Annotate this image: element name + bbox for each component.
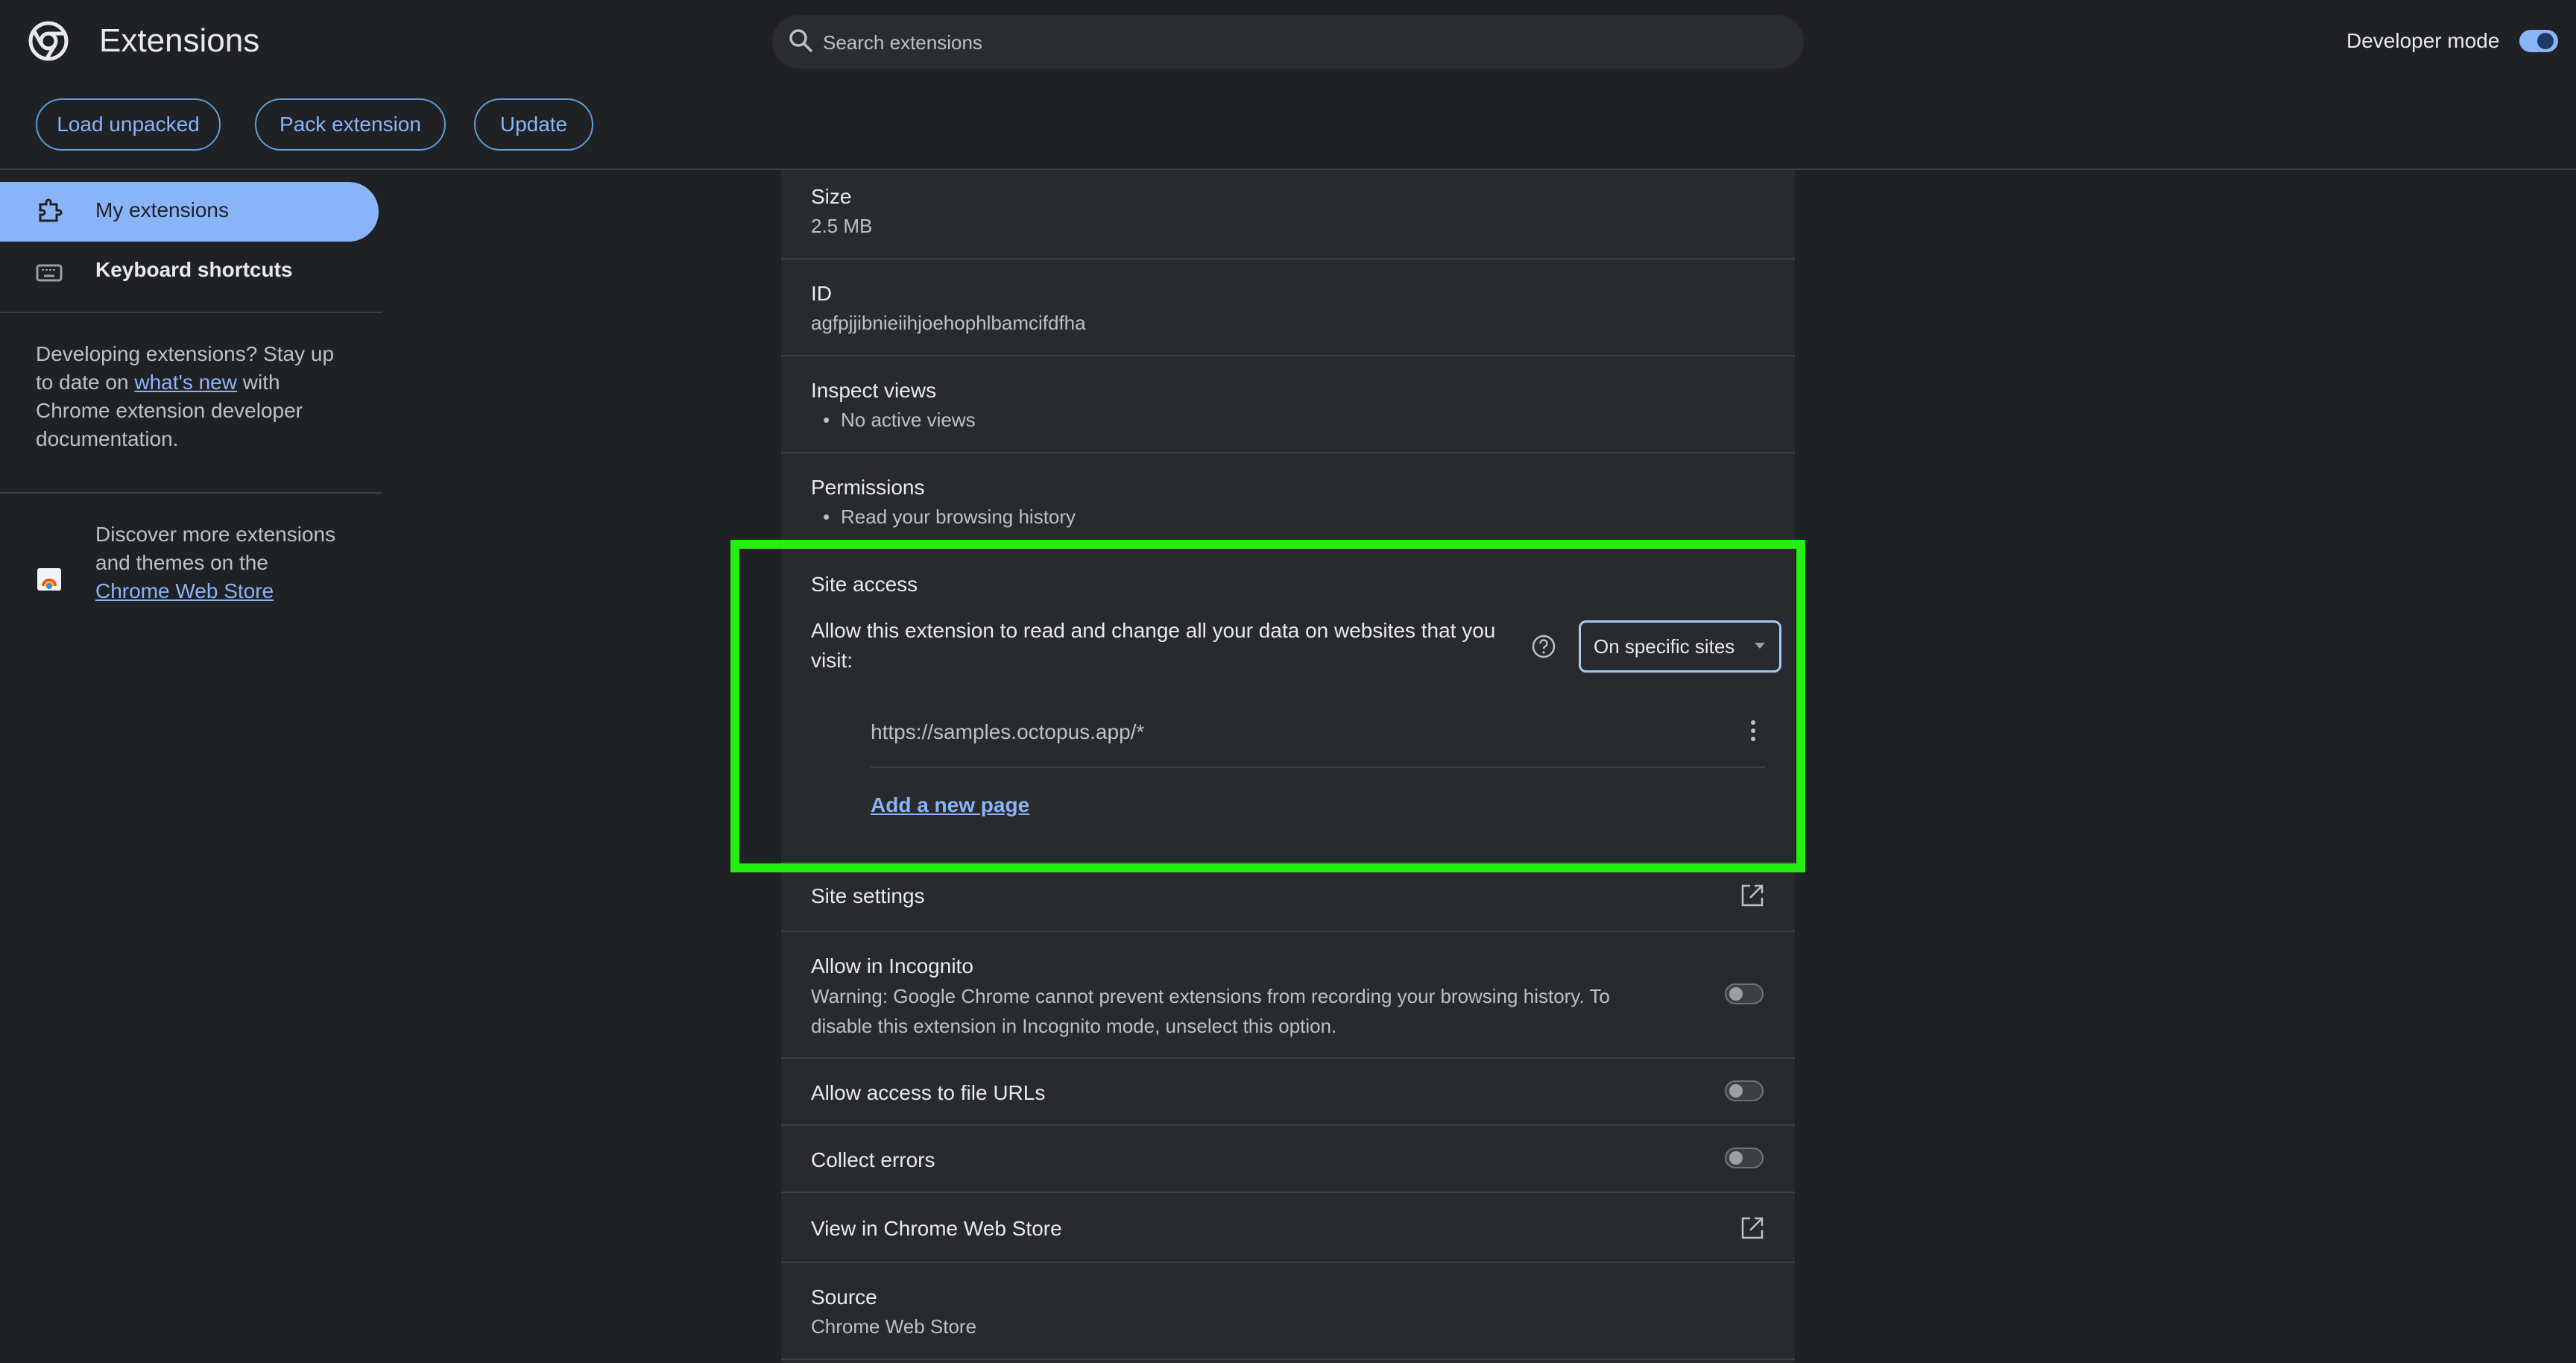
incognito-warning: Warning: Google Chrome cannot prevent ex…: [811, 985, 1610, 1037]
row-divider: [781, 1124, 1795, 1126]
highlight-box: [730, 540, 1805, 872]
whats-new-link[interactable]: what's new: [134, 371, 237, 394]
row-divider: [781, 862, 1795, 863]
row-divider: [781, 452, 1795, 453]
row-divider: [781, 1192, 1795, 1193]
file-urls-label: Allow access to file URLs: [811, 1081, 1046, 1104]
inspect-views-label: Inspect views: [811, 379, 937, 402]
developer-mode-toggle-knob: [2537, 33, 2554, 49]
keyboard-icon: [36, 264, 63, 282]
row-divider: [781, 1262, 1795, 1263]
developer-mode-label: Developer mode: [2346, 29, 2500, 52]
sidebar-divider: [0, 312, 382, 313]
row-divider: [781, 1359, 1795, 1360]
sidebar-item-label: My extensions: [95, 198, 229, 221]
web-store-note-text: Discover more extensions and themes on t…: [95, 523, 336, 574]
chrome-web-store-icon: [37, 568, 61, 591]
source-label: Source: [811, 1285, 877, 1309]
open-in-new-icon[interactable]: [1740, 1215, 1765, 1241]
row-divider: [781, 931, 1795, 932]
sidebar-item-keyboard-shortcuts[interactable]: Keyboard shortcuts: [95, 258, 293, 282]
view-in-web-store-label[interactable]: View in Chrome Web Store: [811, 1217, 1062, 1241]
chrome-logo-icon: [28, 21, 69, 61]
id-label: ID: [811, 282, 832, 305]
sidebar-divider: [0, 492, 382, 494]
row-divider: [781, 1057, 1795, 1059]
developer-note: Developing extensions? Stay up to date o…: [36, 340, 349, 453]
web-store-note: Discover more extensions and themes on t…: [95, 520, 341, 605]
open-in-new-icon[interactable]: [1740, 883, 1765, 908]
page-title: Extensions: [99, 22, 260, 59]
source-value: Chrome Web Store: [811, 1315, 977, 1338]
permissions-bullet: •: [823, 506, 830, 528]
incognito-label: Allow in Incognito: [811, 954, 973, 978]
permissions-label: Permissions: [811, 476, 925, 499]
collect-errors-toggle-knob: [1729, 1151, 1743, 1165]
row-divider: [781, 355, 1795, 356]
inspect-views-value: No active views: [841, 409, 976, 431]
chrome-web-store-link[interactable]: Chrome Web Store: [95, 579, 274, 602]
row-divider: [781, 258, 1795, 259]
inspect-views-bullet: •: [823, 409, 830, 431]
id-value: agfpjjibnieiihjoehophlbamcifdfha: [811, 312, 1086, 334]
puzzle-icon: [39, 198, 63, 222]
search-icon: [789, 29, 812, 52]
search-input[interactable]: [821, 15, 1793, 70]
site-settings-label[interactable]: Site settings: [811, 884, 925, 908]
pack-extension-button[interactable]: Pack extension: [255, 98, 446, 151]
file-urls-toggle-knob: [1729, 1084, 1743, 1098]
collect-errors-label: Collect errors: [811, 1148, 935, 1171]
size-label: Size: [811, 185, 852, 208]
update-button[interactable]: Update: [474, 98, 593, 151]
incognito-toggle-knob: [1729, 987, 1743, 1001]
size-value: 2.5 MB: [811, 215, 873, 237]
permissions-value: Read your browsing history: [841, 506, 1076, 528]
load-unpacked-button[interactable]: Load unpacked: [36, 98, 221, 151]
